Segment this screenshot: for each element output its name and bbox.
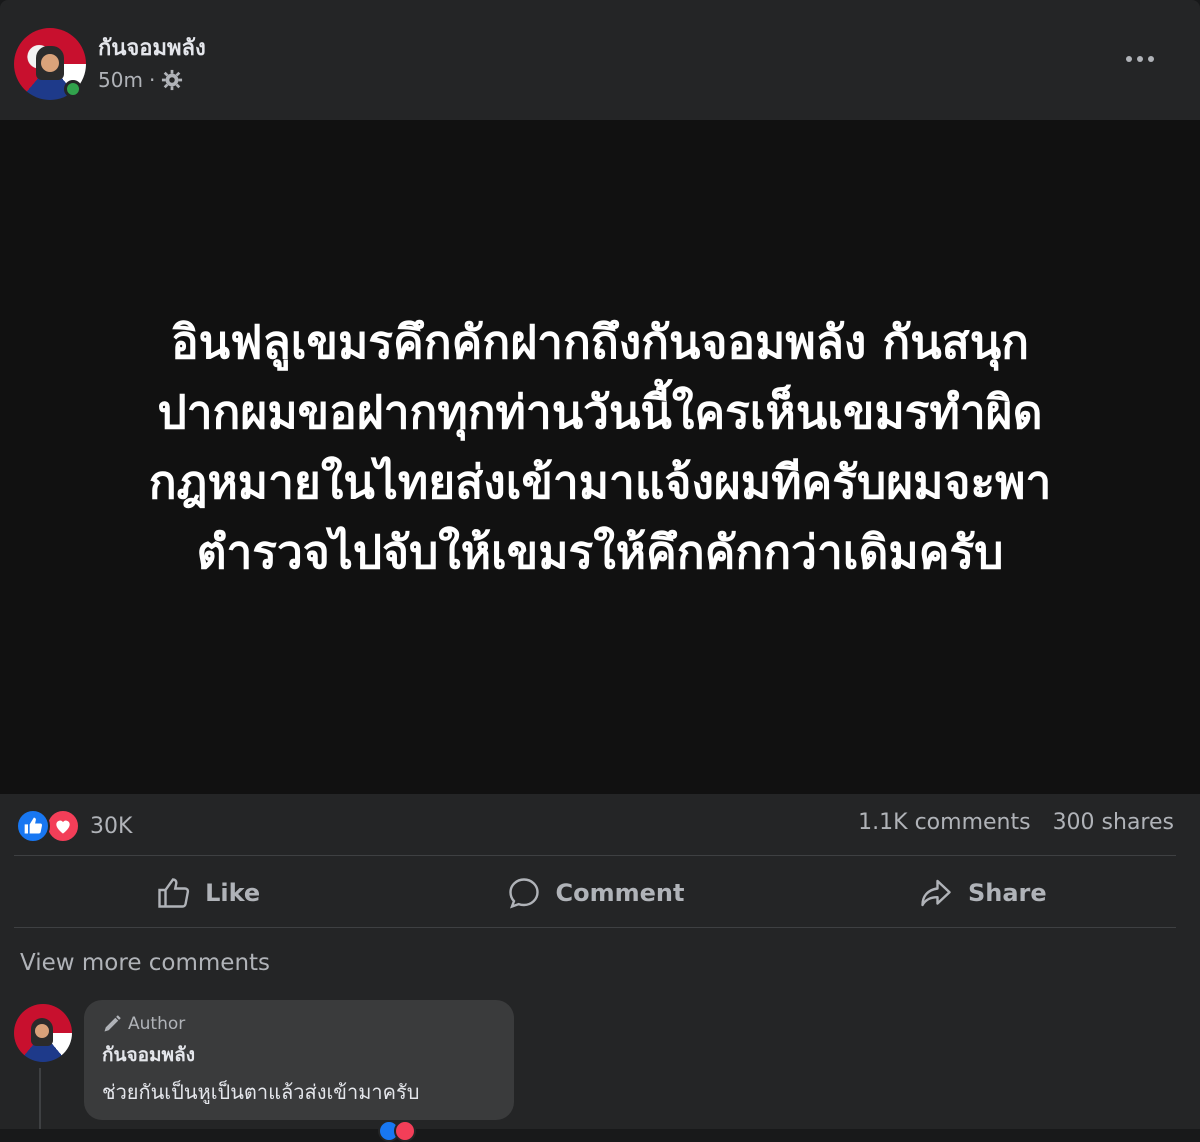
post-actions: Like Comment Share xyxy=(14,858,1176,928)
reaction-count: 30K xyxy=(90,813,133,839)
card-line: กฎหมายในไทยส่งเข้ามาแจ้งผมทีครับผมจะพา xyxy=(148,455,1052,509)
post-time[interactable]: 50m xyxy=(98,68,143,92)
love-reaction-icon xyxy=(394,1120,416,1142)
author-badge: Author xyxy=(102,1014,496,1034)
pencil-icon xyxy=(104,1015,121,1032)
comment-text: ช่วยกันเป็นหูเป็นตาแล้วส่งเข้ามาครับ xyxy=(102,1080,420,1104)
share-label: Share xyxy=(967,879,1047,907)
reactions-summary[interactable]: 30K xyxy=(16,806,132,846)
love-reaction-icon xyxy=(46,809,80,843)
card-line: ปากผมขอฝากทุกท่านวันนี้ใครเห็นเขมรทำผิด xyxy=(157,385,1043,439)
post-text-card: อินฟลูเขมรคึกคักฝากถึงกันจอมพลัง กันสนุก… xyxy=(0,120,1200,794)
author-badge-label: Author xyxy=(128,1014,186,1034)
post-card-text: อินฟลูเขมรคึกคักฝากถึงกันจอมพลัง กันสนุก… xyxy=(40,307,1160,587)
card-line: อินฟลูเขมรคึกคักฝากถึงกันจอมพลัง กันสนุก xyxy=(170,315,1030,369)
divider xyxy=(14,855,1176,856)
like-reaction-icon xyxy=(16,809,50,843)
author-name[interactable]: กันจอมพลัง xyxy=(98,30,206,65)
comment-reactions[interactable] xyxy=(378,1120,416,1142)
card-line: ตำรวจไปจับให้เขมรให้คึกคักกว่าเดิมครับ xyxy=(196,525,1004,579)
comment-button[interactable]: Comment xyxy=(401,858,788,928)
avatar-face xyxy=(35,1024,49,1038)
comment-author-avatar[interactable] xyxy=(14,1004,72,1062)
post-meta: 50m · xyxy=(98,68,183,92)
post-header: กันจอมพลัง 50m · xyxy=(0,0,1200,120)
view-more-comments-link[interactable]: View more comments xyxy=(20,950,270,976)
comment-bubble: Author กันจอมพลัง ช่วยกันเป็นหูเป็นตาแล้… xyxy=(84,1000,514,1120)
comments-count-link[interactable]: 1.1K comments xyxy=(858,810,1030,835)
facebook-post: กันจอมพลัง 50m · อินฟลูเขมรคึกคักฝากถึงก… xyxy=(0,0,1200,1142)
avatar-face xyxy=(41,54,59,72)
share-icon xyxy=(921,879,951,907)
divider xyxy=(14,927,1176,928)
online-status-dot xyxy=(64,80,82,98)
gear-icon[interactable] xyxy=(161,69,183,91)
like-button[interactable]: Like xyxy=(14,858,401,928)
comment-author-name[interactable]: กันจอมพลัง xyxy=(102,1040,496,1070)
post-stats: 1.1K comments 300 shares xyxy=(858,810,1174,835)
comment-label: Comment xyxy=(555,879,685,907)
more-options-icon[interactable] xyxy=(1120,44,1160,74)
shares-count-link[interactable]: 300 shares xyxy=(1053,810,1174,835)
like-label: Like xyxy=(205,879,261,907)
share-button[interactable]: Share xyxy=(789,858,1176,928)
like-icon xyxy=(158,878,190,908)
meta-separator: · xyxy=(148,68,156,92)
comment-icon xyxy=(508,878,539,909)
comment-thread-line xyxy=(39,1068,41,1129)
